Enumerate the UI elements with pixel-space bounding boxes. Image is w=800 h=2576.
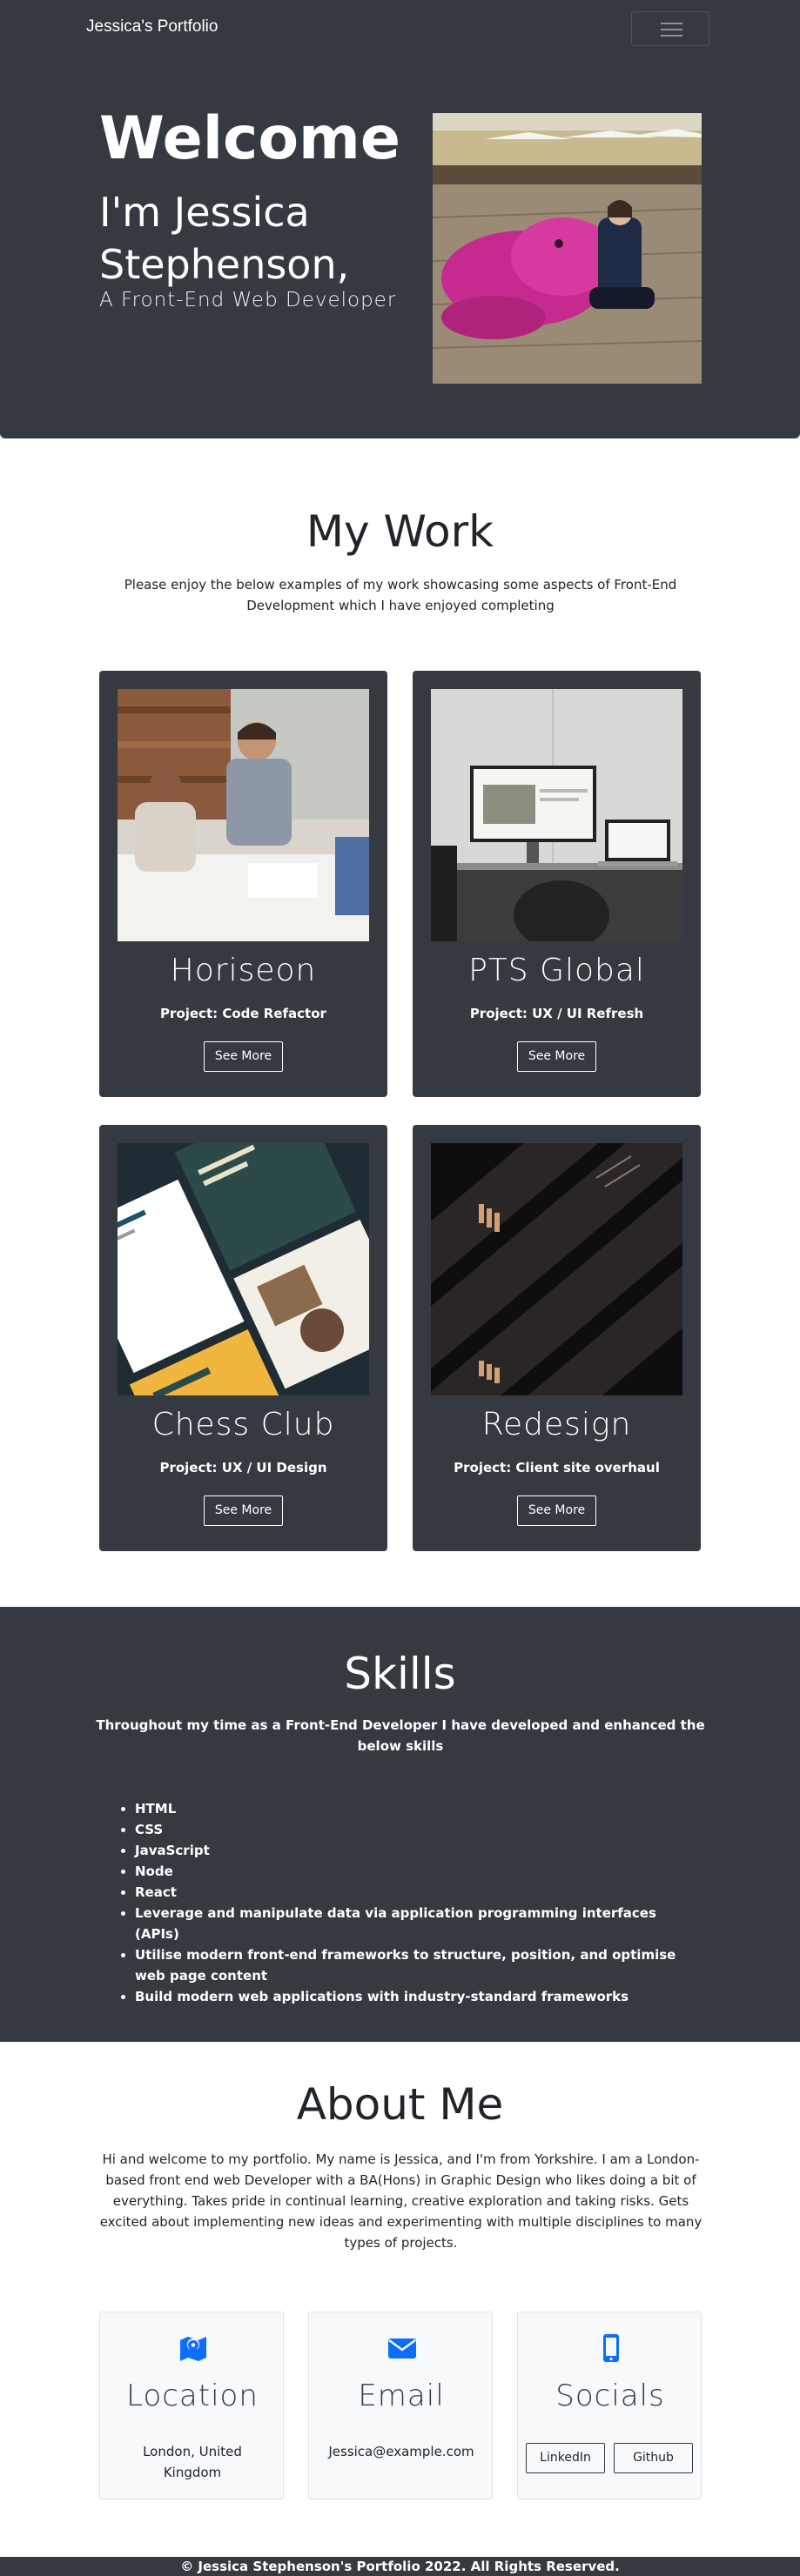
skill-item: CSS [135, 1819, 692, 1840]
email-box: Email Jessica@example.com [308, 2312, 493, 2499]
location-title: Location [126, 2379, 259, 2413]
project-subtitle: Project: Client site overhaul [454, 1460, 660, 1475]
project-card-redesign: Redesign Project: Client site overhaul S… [413, 1125, 701, 1551]
see-more-button[interactable]: See More [517, 1495, 596, 1526]
skills-list: HTML CSS JavaScript Node React Leverage … [135, 1798, 692, 2007]
skill-item: Utilise modern front-end frameworks to s… [135, 1944, 692, 1986]
see-more-button[interactable]: See More [204, 1041, 283, 1072]
profile-photo [433, 113, 702, 384]
skills-title: Skills [344, 1649, 456, 1699]
see-more-button[interactable]: See More [517, 1041, 596, 1072]
location-box: Location London, United Kingdom [99, 2312, 284, 2499]
project-subtitle: Project: UX / UI Design [159, 1460, 327, 1475]
project-title: Chess Club [151, 1407, 335, 1442]
work-intro: Please enjoy the below examples of my wo… [124, 577, 677, 613]
hero-subtitle: A Front-End Web Developer [99, 289, 397, 311]
skill-item: HTML [135, 1798, 692, 1819]
project-title: PTS Global [468, 953, 645, 988]
project-title: Redesign [481, 1407, 632, 1442]
skill-item: JavaScript [135, 1840, 692, 1861]
navbar-brand[interactable]: Jessica's Portfolio [86, 17, 218, 37]
skill-item: Node [135, 1861, 692, 1882]
project-card-pts-global: PTS Global Project: UX / UI Refresh See … [413, 671, 701, 1097]
email-title: Email [358, 2379, 445, 2413]
project-image-pts-global [431, 689, 682, 941]
project-card-horiseon: Horiseon Project: Code Refactor See More [99, 671, 387, 1097]
footer: © Jessica Stephenson's Portfolio 2022. A… [0, 2557, 800, 2576]
project-image-horiseon [118, 689, 369, 941]
about-title: About Me [296, 2079, 504, 2130]
hero-welcome: Welcome [99, 104, 401, 173]
navbar: Jessica's Portfolio [0, 0, 800, 57]
email-value[interactable]: Jessica@example.com [325, 2441, 478, 2462]
project-image-chess-club [118, 1143, 369, 1395]
navbar-toggle-button[interactable] [631, 11, 709, 46]
socials-title: Socials [555, 2379, 665, 2413]
project-image-redesign [431, 1143, 682, 1395]
about-text: Hi and welcome to my portfolio. My name … [99, 2151, 703, 2251]
envelope-icon [388, 2338, 416, 2359]
project-subtitle: Project: UX / UI Refresh [469, 1006, 644, 1021]
socials-box: Socials LinkedIn Github [517, 2312, 702, 2499]
linkedin-button[interactable]: LinkedIn [526, 2443, 605, 2473]
project-card-chess-club: Chess Club Project: UX / UI Design See M… [99, 1125, 387, 1551]
mobile-phone-icon [603, 2334, 619, 2362]
skill-item: React [135, 1882, 692, 1903]
project-title: Horiseon [170, 953, 317, 988]
map-pin-icon [180, 2337, 206, 2361]
hero-name: I'm Jessica Stephenson, [99, 189, 350, 288]
see-more-button[interactable]: See More [204, 1495, 283, 1526]
footer-text: © Jessica Stephenson's Portfolio 2022. A… [180, 2559, 620, 2574]
project-subtitle: Project: Code Refactor [160, 1006, 326, 1021]
skills-intro: Throughout my time as a Front-End Develo… [96, 1717, 705, 1754]
skills-section: Skills Throughout my time as a Front-End… [0, 1607, 800, 2042]
skill-item: Leverage and manipulate data via applica… [135, 1903, 692, 1944]
location-value: London, United Kingdom [143, 2444, 242, 2480]
github-button[interactable]: Github [614, 2443, 693, 2473]
hero-section: Welcome I'm Jessica Stephenson, A Front-… [0, 57, 800, 438]
skill-item: Build modern web applications with indus… [135, 1986, 692, 2007]
work-title: My Work [306, 506, 494, 557]
